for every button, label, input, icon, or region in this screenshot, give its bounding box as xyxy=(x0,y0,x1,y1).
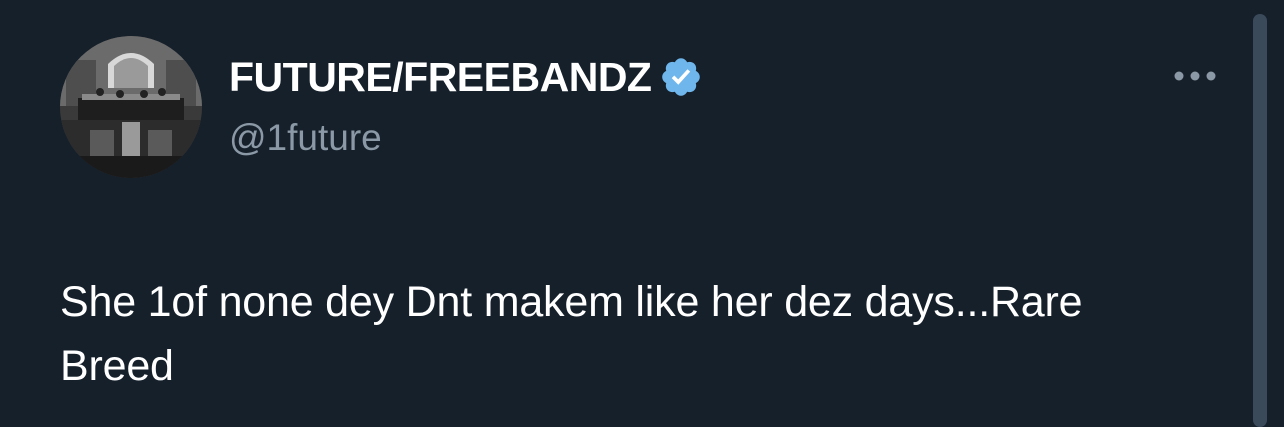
scrollbar[interactable] xyxy=(1253,14,1267,427)
author-name-row[interactable]: FUTURE/FREEBANDZ xyxy=(229,52,703,102)
more-options-icon xyxy=(1174,71,1216,81)
author-handle[interactable]: @1future xyxy=(229,117,382,159)
tweet-text: She 1of none dey Dnt makem like her dez … xyxy=(60,278,1083,390)
tweet-card: FUTURE/FREEBANDZ @1future She 1of none d… xyxy=(0,0,1284,427)
verified-badge-icon[interactable] xyxy=(659,55,703,99)
display-name[interactable]: FUTURE/FREEBANDZ xyxy=(229,54,652,101)
avatar-image xyxy=(60,36,202,178)
avatar[interactable] xyxy=(60,36,202,178)
more-options-button[interactable] xyxy=(1170,58,1220,94)
